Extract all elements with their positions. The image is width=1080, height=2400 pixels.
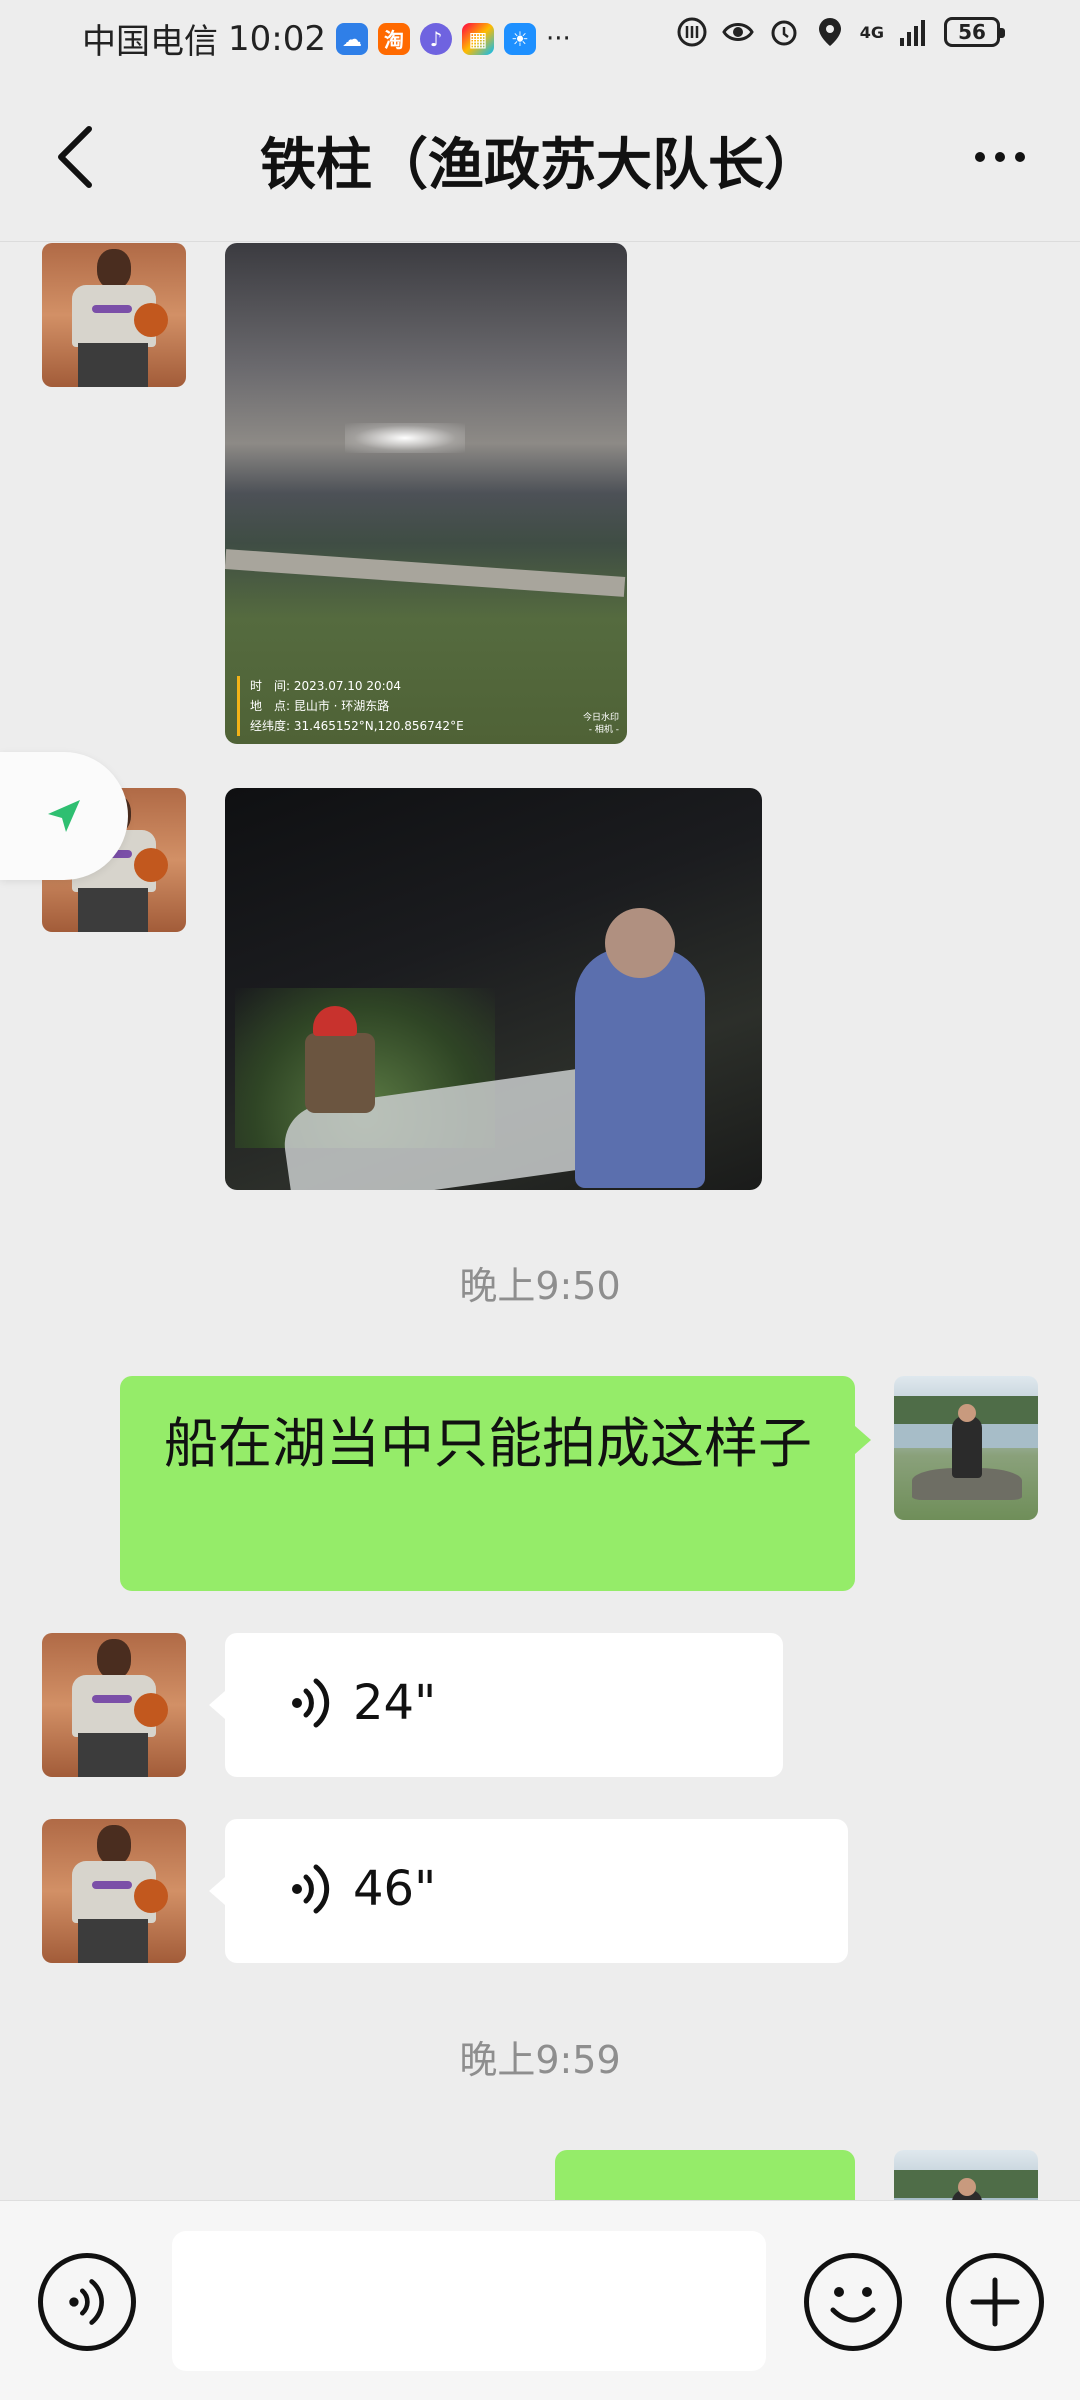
more-options-button[interactable] <box>960 132 1040 182</box>
emoji-button[interactable] <box>804 2253 902 2351</box>
watermark-coords: 经纬度: 31.465152°N,120.856742°E <box>250 719 464 733</box>
input-bar <box>0 2200 1080 2400</box>
bubble-tail <box>209 1691 225 1719</box>
photo-watermark: 时 间: 2023.07.10 20:04 地 点: 昆山市 · 环湖东路 经纬… <box>237 676 464 736</box>
watermark-place: 地 点: 昆山市 · 环湖东路 <box>250 699 390 713</box>
cloud-icon: ☁ <box>335 22 368 55</box>
chat-header: 铁柱（渔政苏大队长） <box>0 72 1080 242</box>
voice-message-bubble[interactable]: 24" <box>209 1633 783 1777</box>
message-input[interactable] <box>172 2231 766 2371</box>
voice-message-bubble[interactable]: 46" <box>209 1819 848 1963</box>
network-type: 4G <box>859 22 884 42</box>
my-avatar[interactable] <box>894 2150 1038 2200</box>
message-timestamp: 晚上9:50 <box>459 1264 621 1308</box>
watermark-time: 时 间: 2023.07.10 20:04 <box>250 679 401 693</box>
bubble-tail <box>855 1426 871 1454</box>
carrier-label: 中国电信 <box>82 22 218 62</box>
gallery-icon: ▦ <box>461 22 494 55</box>
message-list[interactable]: 时 间: 2023.07.10 20:04 地 点: 昆山市 · 环湖东路 经纬… <box>0 243 1080 2200</box>
battery-icon: 56 <box>944 17 1005 47</box>
message-text: 船在湖当中只能拍成这样子 <box>164 1412 812 1475</box>
alarm-icon <box>771 20 797 46</box>
watermark-brand: 今日水印 - 相机 - <box>582 713 619 735</box>
clock: 10:02 <box>228 18 326 59</box>
nfc-icon <box>677 17 707 47</box>
more-notifications-icon: ··· <box>545 23 571 54</box>
dot-icon <box>1015 152 1025 162</box>
voice-wave-icon <box>292 1864 330 1914</box>
outgoing-text-bubble[interactable] <box>555 2150 855 2200</box>
voice-wave-icon <box>292 1678 330 1728</box>
message-timestamp: 晚上9:59 <box>459 2038 621 2082</box>
status-bar: 中国电信 10:02 ☁ 淘 ♪ ▦ ☀ ··· 4G 56 <box>0 0 1080 72</box>
my-avatar[interactable] <box>894 1376 1038 1520</box>
image-message[interactable]: 时 间: 2023.07.10 20:04 地 点: 昆山市 · 环湖东路 经纬… <box>225 243 627 744</box>
dot-icon <box>975 152 985 162</box>
contact-avatar[interactable] <box>42 1819 186 1963</box>
more-functions-button[interactable] <box>946 2253 1044 2351</box>
weather-icon: ☀ <box>503 22 536 55</box>
status-right: 4G 56 <box>676 16 1005 48</box>
bubble-tail <box>209 1877 225 1905</box>
voice-wave-icon <box>69 2279 104 2325</box>
outgoing-text-bubble[interactable]: 船在湖当中只能拍成这样子 <box>120 1376 871 1591</box>
dot-icon <box>995 152 1005 162</box>
location-icon <box>818 18 841 46</box>
contact-avatar[interactable] <box>42 243 186 387</box>
voice-duration: 46" <box>353 1861 437 1917</box>
smiley-icon <box>830 2287 876 2323</box>
status-left: 中国电信 10:02 ☁ 淘 ♪ ▦ ☀ ··· <box>82 14 571 63</box>
navigation-arrow-icon <box>48 800 80 832</box>
image-message[interactable] <box>225 788 762 1190</box>
contact-avatar[interactable] <box>42 1633 186 1777</box>
chat-title: 铁柱（渔政苏大队长） <box>260 133 820 198</box>
music-icon: ♪ <box>419 22 452 55</box>
plus-icon <box>970 2277 1020 2327</box>
taobao-icon: 淘 <box>377 22 410 55</box>
eye-icon <box>721 23 754 41</box>
signal-icon <box>900 20 925 46</box>
floating-location-button[interactable] <box>0 752 128 880</box>
voice-duration: 24" <box>353 1675 437 1731</box>
voice-input-button[interactable] <box>38 2253 136 2351</box>
battery-level: 56 <box>958 20 986 44</box>
